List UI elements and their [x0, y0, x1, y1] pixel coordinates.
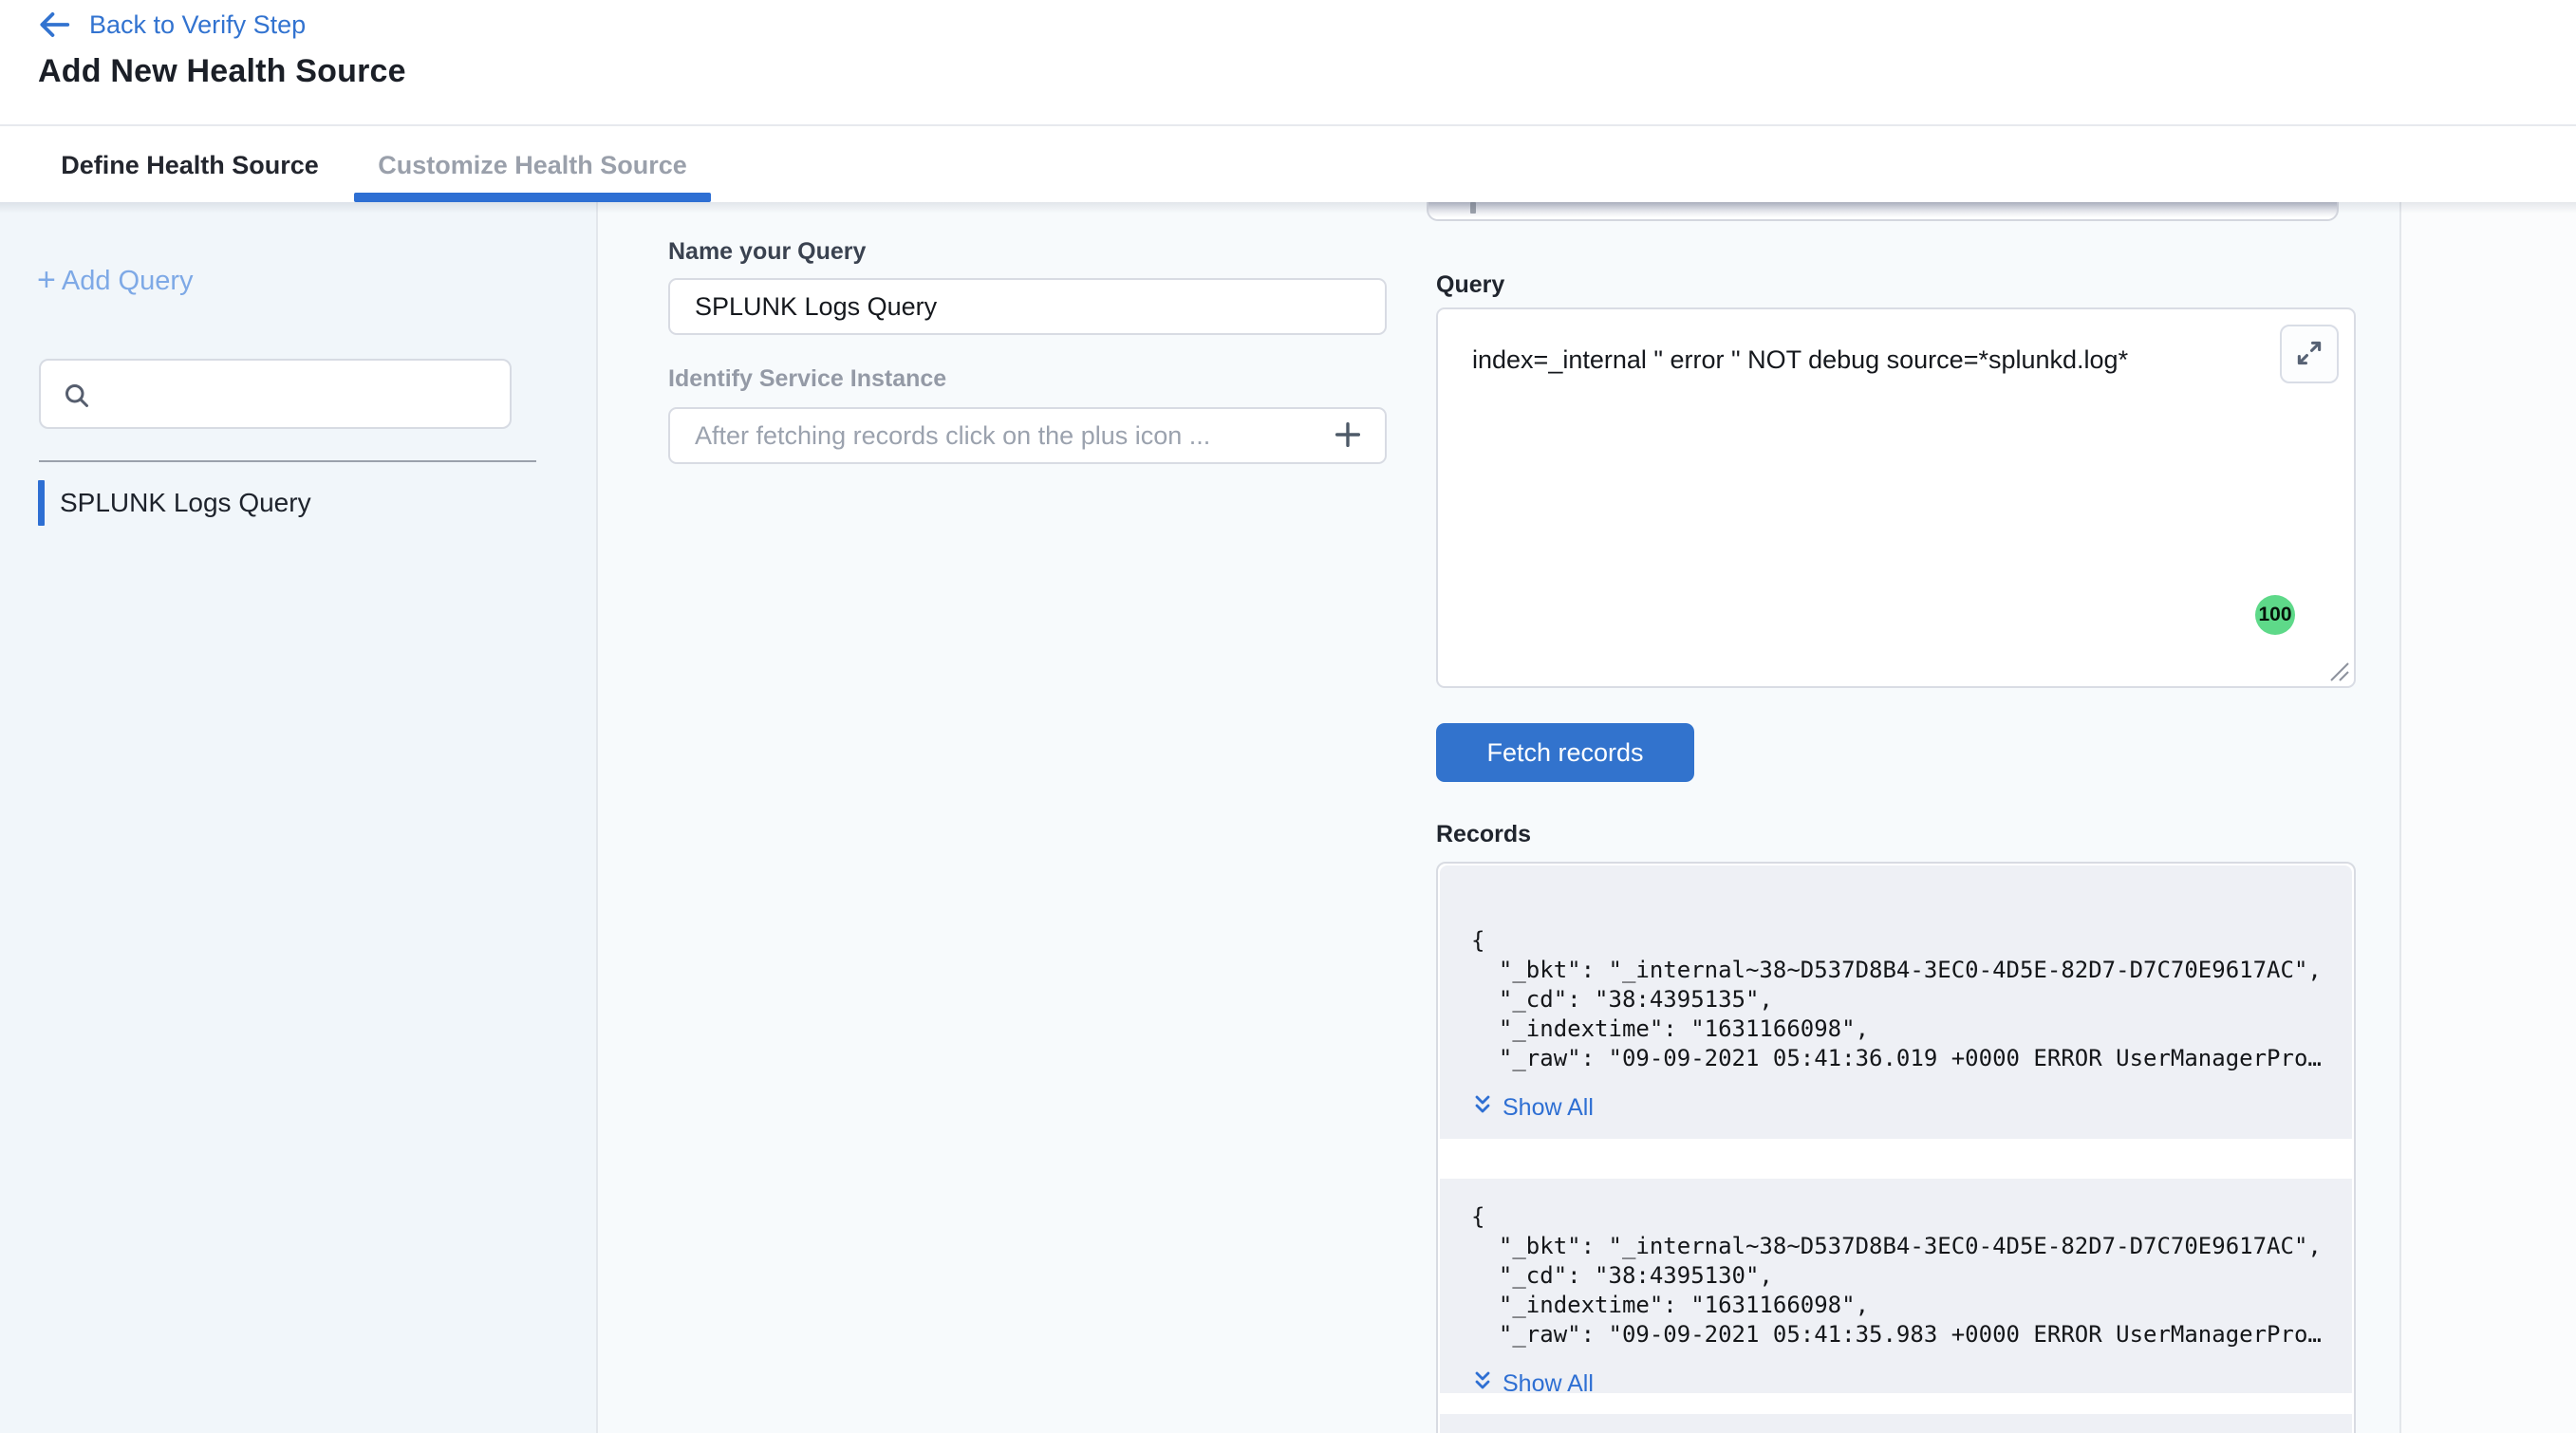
record-json-line: "_cd": "38:4395135",	[1471, 985, 2352, 1014]
textarea-resize-grip[interactable]	[2324, 656, 2350, 682]
plus-icon: +	[37, 264, 56, 296]
service-instance-input[interactable]	[668, 407, 1387, 464]
records-label: Records	[1436, 821, 1531, 848]
query-item-label: SPLUNK Logs Query	[60, 488, 311, 518]
add-health-source-screen: Back to Verify Step Add New Health Sourc…	[0, 0, 2576, 1433]
service-instance-plus-button[interactable]	[1327, 419, 1369, 452]
record-card: { "_bkt": "_internal~38~D537D8B4-3EC0-4D…	[1440, 865, 2352, 1139]
identify-service-instance-label: Identify Service Instance	[668, 365, 946, 393]
page-title: Add New Health Source	[38, 53, 406, 90]
record-json-line: "_raw": "09-09-2021 05:41:35.983 +0000 E…	[1471, 1320, 2352, 1349]
arrow-left-icon	[36, 9, 72, 40]
selected-indicator-bar	[38, 480, 45, 526]
sidebar-divider	[39, 460, 536, 462]
record-json-line: {	[1471, 1202, 2352, 1232]
tab-define-health-source[interactable]: Define Health Source	[54, 128, 326, 202]
add-query-button[interactable]: + Add Query	[37, 265, 194, 297]
query-search-input[interactable]	[103, 364, 502, 423]
show-all-label: Show All	[1503, 1370, 1594, 1398]
record-json-line: {	[1471, 926, 2352, 956]
record-json-line: "_bkt": "_internal~38~D537D8B4-3EC0-4D5E…	[1471, 956, 2352, 985]
clipped-text-remnant	[1470, 202, 1476, 214]
query-text: index=_internal " error " NOT debug sour…	[1472, 342, 2231, 378]
query-name-input[interactable]	[668, 278, 1387, 335]
double-chevron-down-icon	[1471, 1092, 1494, 1124]
clipped-scrolled-input	[1427, 202, 2339, 221]
fetch-records-button[interactable]: Fetch records	[1436, 723, 1694, 782]
show-all-label: Show All	[1503, 1094, 1594, 1122]
expand-query-button[interactable]	[2280, 325, 2339, 383]
content-area: + Add Query SPLUNK Logs Query Name your …	[0, 202, 2576, 1433]
page-header: Back to Verify Step Add New Health Sourc…	[0, 0, 2576, 126]
back-to-verify-step-link[interactable]: Back to Verify Step	[36, 9, 306, 40]
show-all-link[interactable]: Show All	[1471, 1368, 1594, 1400]
record-card: { "_bkt": "_internal~38~D537D8B4-3EC0-4D…	[1440, 1179, 2352, 1393]
back-link-label: Back to Verify Step	[89, 10, 306, 40]
record-count-badge: 100	[2255, 595, 2295, 635]
record-json-line: "_indextime": "1631166098",	[1471, 1291, 2352, 1320]
record-card-partial	[1440, 1414, 2352, 1433]
query-label: Query	[1436, 271, 1504, 299]
double-chevron-down-icon	[1471, 1368, 1494, 1400]
active-tab-underline	[354, 193, 711, 202]
query-search-box	[39, 359, 512, 429]
record-json-line: "_cd": "38:4395130",	[1471, 1261, 2352, 1291]
records-container: { "_bkt": "_internal~38~D537D8B4-3EC0-4D…	[1436, 862, 2356, 1433]
record-json-line: "_raw": "09-09-2021 05:41:36.019 +0000 E…	[1471, 1044, 2352, 1073]
plus-icon	[1332, 419, 1364, 454]
show-all-link[interactable]: Show All	[1471, 1092, 1594, 1124]
record-json-line: "_indextime": "1631166098",	[1471, 1014, 2352, 1044]
query-editor[interactable]: index=_internal " error " NOT debug sour…	[1436, 307, 2356, 688]
add-query-label: Add Query	[62, 266, 194, 297]
record-json-line: "_bkt": "_internal~38~D537D8B4-3EC0-4D5E…	[1471, 1232, 2352, 1261]
tab-customize-health-source[interactable]: Customize Health Source	[354, 128, 711, 202]
query-list-sidebar: + Add Query SPLUNK Logs Query	[0, 202, 598, 1433]
expand-icon	[2293, 337, 2325, 372]
tab-bar: Define Health Source Customize Health So…	[0, 128, 2576, 202]
name-your-query-label: Name your Query	[668, 238, 866, 266]
sidebar-item-splunk-logs-query[interactable]: SPLUNK Logs Query	[38, 480, 311, 526]
right-panel-area	[2401, 202, 2576, 1433]
